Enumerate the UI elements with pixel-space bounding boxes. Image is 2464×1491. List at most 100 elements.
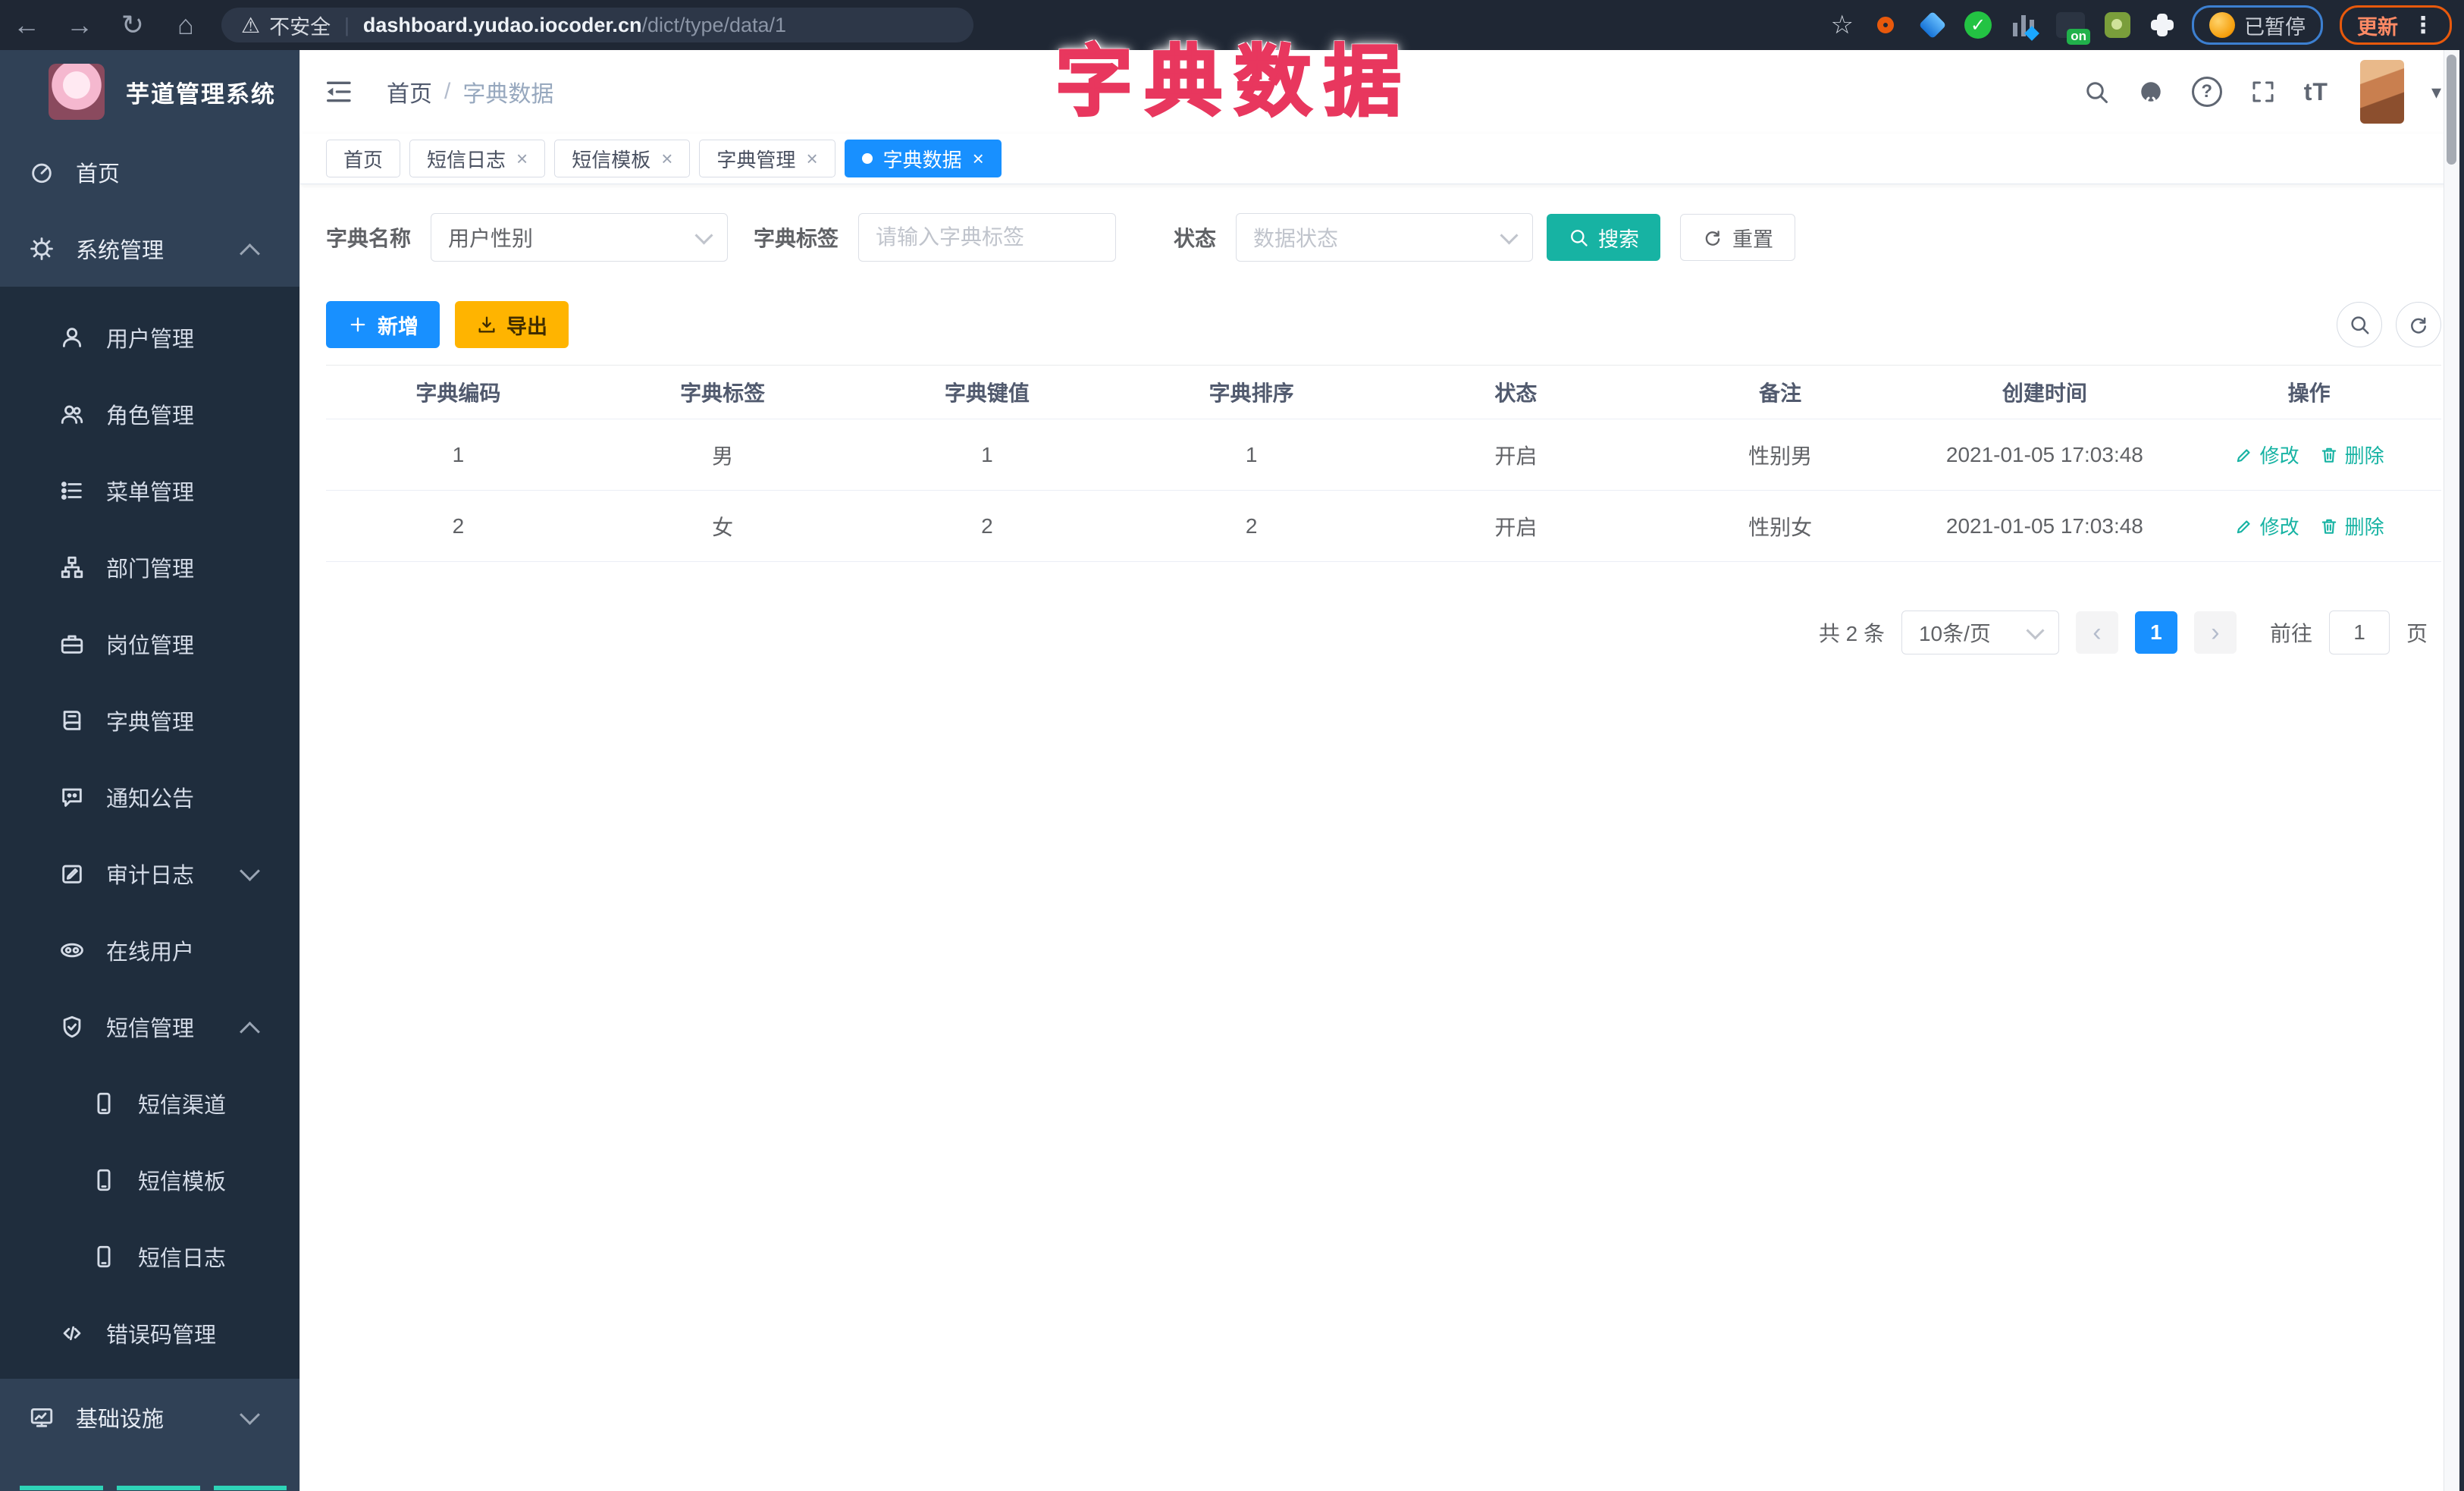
- url-divider: |: [344, 13, 350, 36]
- gear-icon: [30, 237, 53, 260]
- page-1-button[interactable]: 1: [2134, 611, 2177, 654]
- close-icon[interactable]: ×: [516, 147, 528, 171]
- table-row[interactable]: 1 男 1 1 开启 性别男 2021-01-05 17:03:48 修改 删除: [326, 419, 2441, 491]
- caret-down-icon[interactable]: ▾: [2431, 80, 2441, 104]
- refresh-table-button[interactable]: [2396, 302, 2441, 347]
- edit-link[interactable]: 修改: [2234, 441, 2299, 469]
- github-icon[interactable]: [2137, 78, 2165, 105]
- extension-olive-icon[interactable]: [2102, 10, 2133, 40]
- close-icon[interactable]: ×: [806, 147, 817, 171]
- close-icon[interactable]: ×: [973, 147, 984, 171]
- collapse-sidebar-icon[interactable]: [323, 77, 353, 107]
- sidebar-item-online-users[interactable]: 在线用户: [0, 912, 299, 988]
- monitor-icon: [30, 1408, 53, 1427]
- chevron-down-icon: [240, 1405, 260, 1425]
- sidebar-item-system[interactable]: 系统管理: [0, 210, 299, 287]
- dict-name-label: 字典名称: [326, 227, 412, 250]
- user-avatar[interactable]: [2359, 60, 2404, 124]
- search-icon[interactable]: [2083, 78, 2110, 105]
- home-icon[interactable]: ⌂: [159, 9, 212, 41]
- delete-link[interactable]: 删除: [2319, 512, 2384, 540]
- extension-on-icon[interactable]: on: [2055, 10, 2090, 45]
- sidebar-item-sms-template[interactable]: 短信模板: [0, 1141, 299, 1218]
- font-size-icon[interactable]: tT: [2304, 78, 2328, 106]
- extension-sliders-icon[interactable]: [2008, 10, 2039, 41]
- sidebar-item-error-codes[interactable]: 错误码管理: [0, 1295, 299, 1371]
- paused-badge[interactable]: 已暂停: [2192, 5, 2323, 45]
- col-header: 创建时间: [1912, 366, 2177, 419]
- forward-icon[interactable]: →: [53, 9, 106, 41]
- sidebar-item-menus[interactable]: 菜单管理: [0, 452, 299, 529]
- book-icon: [63, 710, 81, 730]
- reset-button[interactable]: 重置: [1680, 214, 1796, 261]
- add-button[interactable]: 新增: [326, 301, 440, 348]
- dict-name-select[interactable]: 用户性别: [431, 213, 729, 262]
- edit-link[interactable]: 修改: [2234, 512, 2299, 540]
- sidebar-item-notice[interactable]: 通知公告: [0, 758, 299, 835]
- briefcase-icon: [61, 635, 83, 654]
- user-icon: [62, 327, 82, 347]
- scrollbar[interactable]: [2444, 50, 2459, 1491]
- kebab-menu-icon[interactable]: ⋮: [2412, 12, 2434, 39]
- sidebar: 芋道管理系统 首页 系统管理 用户管理 角色管理 菜单管理 部门管理 岗位管理 …: [0, 50, 299, 1491]
- phone-icon: [97, 1245, 111, 1267]
- security-label[interactable]: 不安全: [269, 11, 331, 40]
- col-header: 操作: [2177, 366, 2441, 419]
- extension-orange-icon[interactable]: [1870, 10, 1901, 40]
- goto-page-input[interactable]: [2328, 611, 2390, 654]
- table-header-row: 字典编码 字典标签 字典键值 字典排序 状态 备注 创建时间 操作: [326, 366, 2441, 419]
- puzzle-icon[interactable]: [2149, 12, 2175, 38]
- sidebar-item-audit-log[interactable]: 审计日志: [0, 835, 299, 912]
- sidebar-item-departments[interactable]: 部门管理: [0, 529, 299, 605]
- menu-list-icon: [61, 481, 82, 500]
- url-path: /dict/type/data/1: [641, 13, 787, 36]
- fullscreen-icon[interactable]: [2249, 78, 2277, 105]
- url-host: dashboard.yudao.iocoder.cn: [362, 13, 642, 36]
- dict-tag-input[interactable]: [858, 213, 1117, 262]
- sidebar-item-home[interactable]: 首页: [0, 133, 299, 210]
- tab-dict-data[interactable]: 字典数据 ×: [844, 140, 1002, 177]
- help-icon[interactable]: ?: [2191, 77, 2222, 107]
- dashboard-icon: [32, 163, 52, 183]
- refresh-icon: [2411, 317, 2426, 334]
- toggle-search-button[interactable]: [2337, 302, 2382, 347]
- next-page-button[interactable]: ›: [2193, 611, 2237, 654]
- breadcrumb-home[interactable]: 首页: [387, 75, 432, 108]
- address-bar[interactable]: ⚠ 不安全 | dashboard.yudao.iocoder.cn/dict/…: [221, 8, 973, 42]
- col-header: 备注: [1647, 366, 1913, 419]
- sidebar-item-dict[interactable]: 字典管理: [0, 682, 299, 758]
- tab-sms-log[interactable]: 短信日志 ×: [409, 140, 546, 177]
- extension-check-icon[interactable]: ✓: [1964, 11, 1992, 39]
- col-header: 字典编码: [326, 366, 591, 419]
- plus-icon: [350, 317, 365, 332]
- delete-link[interactable]: 删除: [2319, 441, 2384, 469]
- sidebar-item-infrastructure[interactable]: 基础设施: [0, 1379, 299, 1455]
- page-size-select[interactable]: 10条/页: [1901, 611, 2059, 654]
- sidebar-item-sms-log[interactable]: 短信日志: [0, 1218, 299, 1295]
- back-icon[interactable]: ←: [0, 9, 53, 41]
- logo-image: [49, 64, 105, 120]
- sidebar-item-sms-channel[interactable]: 短信渠道: [0, 1065, 299, 1141]
- sidebar-item-users[interactable]: 用户管理: [0, 299, 299, 375]
- tab-dict-manage[interactable]: 字典管理 ×: [699, 140, 835, 177]
- bookmark-star-icon[interactable]: ☆: [1831, 10, 1854, 40]
- prev-page-button[interactable]: ‹: [2075, 611, 2118, 654]
- trash-icon: [2321, 519, 2336, 534]
- app-logo[interactable]: 芋道管理系统: [0, 50, 299, 133]
- sidebar-item-posts[interactable]: 岗位管理: [0, 605, 299, 682]
- search-button[interactable]: 搜索: [1547, 214, 1661, 261]
- status-select[interactable]: 数据状态: [1236, 213, 1534, 262]
- sidebar-item-sms[interactable]: 短信管理: [0, 988, 299, 1065]
- table-toolbar: 新增 导出: [326, 301, 2441, 348]
- extension-gem-icon[interactable]: [1917, 10, 1948, 40]
- scrollbar-thumb[interactable]: [2447, 55, 2456, 165]
- update-button[interactable]: 更新 ⋮: [2340, 5, 2452, 45]
- export-button[interactable]: 导出: [455, 301, 569, 348]
- tab-sms-template[interactable]: 短信模板 ×: [554, 140, 691, 177]
- sidebar-item-roles[interactable]: 角色管理: [0, 375, 299, 452]
- chat-bubble-icon: [62, 788, 82, 807]
- reload-icon[interactable]: ↻: [106, 9, 159, 41]
- table-row[interactable]: 2 女 2 2 开启 性别女 2021-01-05 17:03:48 修改 删除: [326, 491, 2441, 562]
- tab-home[interactable]: 首页: [326, 140, 401, 177]
- close-icon[interactable]: ×: [661, 147, 672, 171]
